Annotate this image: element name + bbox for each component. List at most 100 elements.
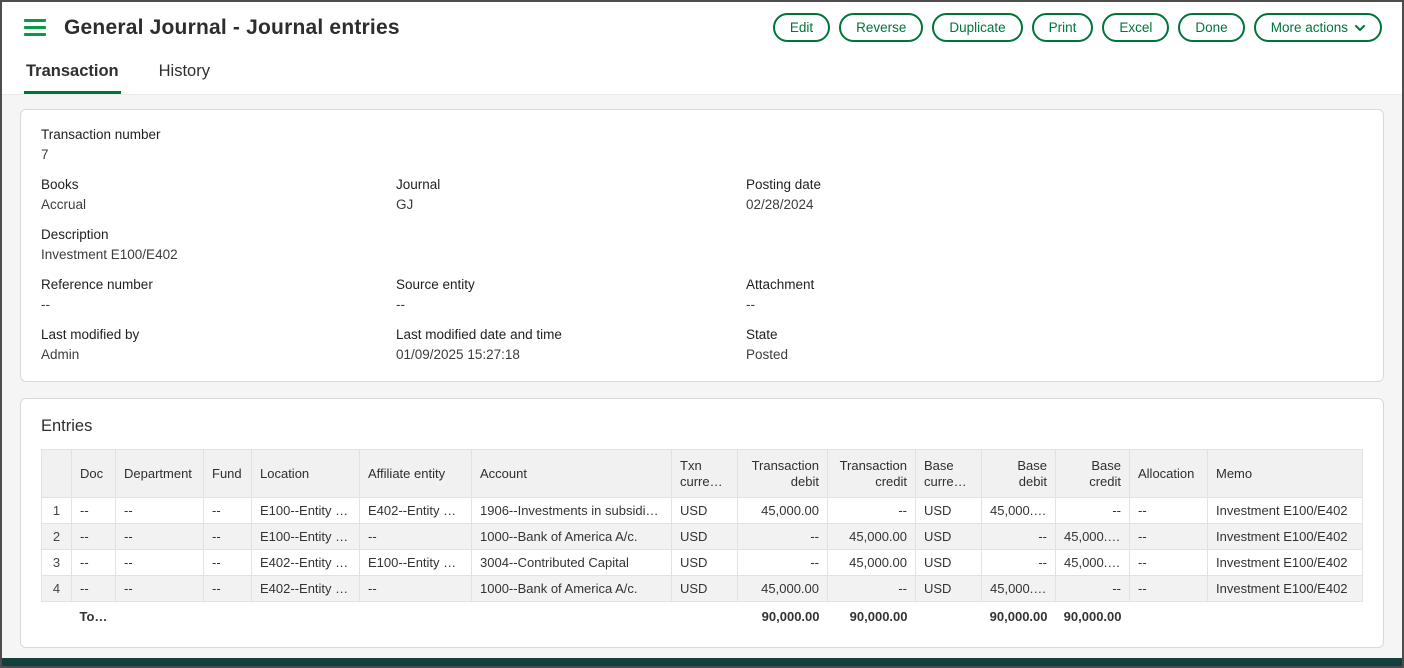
entries-card: Entries DocDepartmentFundLocationAffilia… [20, 398, 1384, 648]
column-header-affiliate-entity: Affiliate entity [360, 450, 472, 498]
cell: 45,000.00 [1056, 550, 1130, 576]
field-label: Attachment [746, 276, 1363, 293]
column-header-txn-currency: Txn currency [672, 450, 738, 498]
field-value: 02/28/2024 [746, 196, 1363, 213]
column-header-rownum [42, 450, 72, 498]
print-button[interactable]: Print [1032, 13, 1094, 42]
column-header-doc: Doc [72, 450, 116, 498]
column-header-base-currency: Base currency [916, 450, 982, 498]
cell: -- [360, 524, 472, 550]
table-row[interactable]: 2------E100--Entity 100--1000--Bank of A… [42, 524, 1363, 550]
field-value: Accrual [41, 196, 396, 213]
total-cell [472, 602, 672, 632]
table-row[interactable]: 3------E402--Entity 402E100--Entity 1003… [42, 550, 1363, 576]
entries-foot: Total90,000.0090,000.0090,000.0090,000.0… [42, 602, 1363, 632]
column-header-department: Department [116, 450, 204, 498]
row-number: 3 [42, 550, 72, 576]
field-value: Investment E100/E402 [41, 246, 396, 263]
total-cell [916, 602, 982, 632]
field-label: Journal [396, 176, 746, 193]
cell: -- [738, 550, 828, 576]
cell: USD [916, 498, 982, 524]
top-bar: General Journal - Journal entries Edit R… [2, 2, 1402, 51]
field-description: Description Investment E100/E402 [41, 226, 396, 263]
total-cell [360, 602, 472, 632]
cell: Investment E100/E402 [1208, 498, 1363, 524]
total-row: Total90,000.0090,000.0090,000.0090,000.0… [42, 602, 1363, 632]
field-reference-number: Reference number -- [41, 276, 396, 313]
total-cell [204, 602, 252, 632]
tab-transaction[interactable]: Transaction [24, 53, 121, 94]
field-value: -- [41, 296, 396, 313]
field-label: Reference number [41, 276, 396, 293]
cell: E402--Entity 402 [360, 498, 472, 524]
field-label: Last modified by [41, 326, 396, 343]
cell: -- [72, 498, 116, 524]
cell: -- [982, 524, 1056, 550]
row-number: 2 [42, 524, 72, 550]
cell: -- [828, 498, 916, 524]
cell: -- [72, 524, 116, 550]
column-header-allocation: Allocation [1130, 450, 1208, 498]
cell: USD [672, 576, 738, 602]
field-label: Books [41, 176, 396, 193]
cell: 45,000.00 [1056, 524, 1130, 550]
table-row[interactable]: 4------E402--Entity 402--1000--Bank of A… [42, 576, 1363, 602]
cell: Investment E100/E402 [1208, 524, 1363, 550]
cell: 45,000.00 [982, 576, 1056, 602]
cell: 3004--Contributed Capital [472, 550, 672, 576]
cell: USD [672, 524, 738, 550]
field-label: Transaction number [41, 126, 396, 143]
cell: -- [72, 576, 116, 602]
cell: USD [672, 498, 738, 524]
content-area: Transaction number 7 Books Accrual Journ… [2, 95, 1402, 658]
field-state: State Posted [746, 326, 1363, 363]
field-journal: Journal GJ [396, 176, 746, 213]
cell: -- [1056, 498, 1130, 524]
field-transaction-number: Transaction number 7 [41, 126, 396, 163]
cell: -- [1130, 498, 1208, 524]
tab-history[interactable]: History [157, 53, 212, 94]
field-label: Source entity [396, 276, 746, 293]
field-value: -- [396, 296, 746, 313]
row-number: 1 [42, 498, 72, 524]
cell: 45,000.00 [738, 498, 828, 524]
entries-header-row: DocDepartmentFundLocationAffiliate entit… [42, 450, 1363, 498]
field-value: GJ [396, 196, 746, 213]
cell: E100--Entity 100 [360, 550, 472, 576]
cell: -- [1056, 576, 1130, 602]
field-last-modified-datetime: Last modified date and time 01/09/2025 1… [396, 326, 746, 363]
edit-button[interactable]: Edit [773, 13, 830, 42]
field-books: Books Accrual [41, 176, 396, 213]
column-header-transaction-credit: Transaction credit [828, 450, 916, 498]
field-source-entity: Source entity -- [396, 276, 746, 313]
cell: 1906--Investments in subsidiary [472, 498, 672, 524]
total-cell: 90,000.00 [828, 602, 916, 632]
total-cell [252, 602, 360, 632]
field-label: State [746, 326, 1363, 343]
field-label: Last modified date and time [396, 326, 746, 343]
done-button[interactable]: Done [1178, 13, 1244, 42]
total-cell [42, 602, 72, 632]
more-actions-button[interactable]: More actions [1254, 13, 1382, 42]
column-header-base-credit: Base credit [1056, 450, 1130, 498]
field-last-modified-by: Last modified by Admin [41, 326, 396, 363]
field-label: Description [41, 226, 396, 243]
cell: -- [1130, 550, 1208, 576]
total-cell [116, 602, 204, 632]
cell: 45,000.00 [828, 550, 916, 576]
cell: E402--Entity 402 [252, 576, 360, 602]
bottom-bar [2, 658, 1402, 666]
entries-table: DocDepartmentFundLocationAffiliate entit… [41, 449, 1363, 631]
duplicate-button[interactable]: Duplicate [932, 13, 1022, 42]
cell: -- [204, 576, 252, 602]
table-row[interactable]: 1------E100--Entity 100E402--Entity 4021… [42, 498, 1363, 524]
cell: E100--Entity 100 [252, 524, 360, 550]
field-value: 01/09/2025 15:27:18 [396, 346, 746, 363]
excel-button[interactable]: Excel [1102, 13, 1169, 42]
menu-icon[interactable] [24, 19, 46, 36]
cell: -- [982, 550, 1056, 576]
column-header-account: Account [472, 450, 672, 498]
cell: Investment E100/E402 [1208, 576, 1363, 602]
reverse-button[interactable]: Reverse [839, 13, 923, 42]
